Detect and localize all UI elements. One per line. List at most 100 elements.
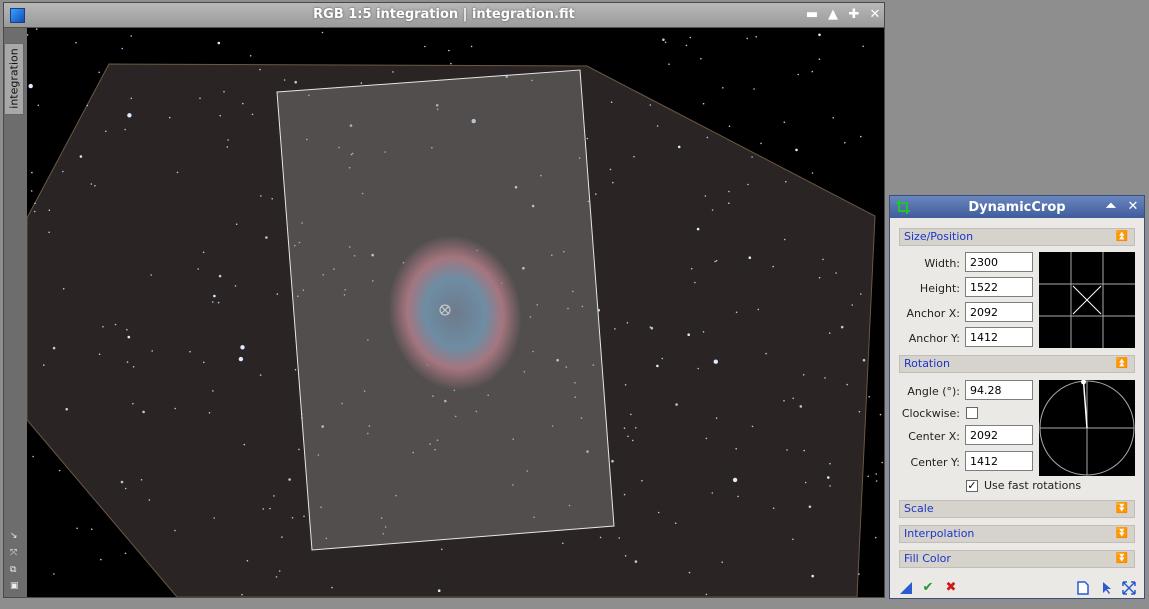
- section-scale[interactable]: Scale ⏬: [899, 500, 1135, 518]
- cancel-x-icon[interactable]: ✖: [944, 581, 958, 595]
- view-info-icon[interactable]: ▣: [10, 581, 20, 591]
- rotation-dial[interactable]: [1039, 380, 1135, 476]
- star: [612, 181, 614, 184]
- star: [203, 361, 205, 364]
- star: [783, 121, 786, 123]
- star: [818, 58, 821, 60]
- star: [690, 267, 693, 270]
- star: [217, 41, 221, 45]
- star: [35, 28, 38, 30]
- anchor-selector[interactable]: [1039, 252, 1135, 348]
- shade-button[interactable]: ▲: [825, 7, 841, 23]
- zoom-fit-icon[interactable]: ⤧: [10, 548, 20, 558]
- star: [818, 33, 821, 37]
- reset-page-icon[interactable]: [1076, 581, 1090, 595]
- star: [664, 41, 667, 44]
- star: [65, 407, 68, 411]
- star: [792, 538, 794, 541]
- star: [688, 571, 691, 574]
- view-id-tab[interactable]: integration: [5, 43, 24, 115]
- dynamic-crop-panel[interactable]: DynamicCrop ⏶ ✕ Size/Position ⏫ Width: H…: [889, 195, 1145, 599]
- star: [105, 130, 107, 133]
- height-label: Height:: [919, 282, 960, 295]
- zoom-arrows-icon[interactable]: [1122, 581, 1136, 595]
- maximize-button[interactable]: ✚: [846, 7, 862, 23]
- star: [618, 537, 620, 539]
- height-field[interactable]: [965, 277, 1033, 297]
- new-instance-icon[interactable]: [899, 581, 913, 595]
- close-button[interactable]: ✕: [867, 7, 883, 23]
- center-x-field[interactable]: [965, 425, 1033, 445]
- star: [62, 287, 65, 290]
- star: [835, 272, 837, 274]
- image-window-titlebar[interactable]: RGB 1:5 integration | integration.fit ▬ …: [4, 3, 884, 28]
- section-rotation[interactable]: Rotation ⏫: [899, 355, 1135, 373]
- star: [631, 439, 634, 442]
- star: [611, 459, 614, 463]
- section-fill-color[interactable]: Fill Color ⏬: [899, 550, 1135, 568]
- star: [321, 31, 324, 34]
- star: [127, 113, 132, 118]
- star: [213, 294, 216, 298]
- star: [702, 102, 705, 105]
- star: [858, 410, 861, 413]
- anchor-x-field[interactable]: [965, 302, 1033, 322]
- expand-down-icon: ⏬: [1115, 528, 1128, 539]
- star: [811, 574, 814, 578]
- star: [765, 352, 767, 355]
- star: [783, 400, 785, 402]
- clockwise-checkbox[interactable]: [966, 407, 978, 419]
- star: [76, 527, 78, 530]
- star: [772, 507, 775, 510]
- star: [722, 87, 724, 89]
- star: [714, 260, 716, 263]
- image-canvas[interactable]: [27, 28, 884, 597]
- star: [696, 227, 700, 231]
- star: [102, 325, 104, 328]
- star: [392, 71, 394, 73]
- execute-check-icon[interactable]: ✔: [921, 581, 935, 595]
- star: [121, 47, 123, 50]
- section-interpolation[interactable]: Interpolation ⏬: [899, 525, 1135, 543]
- star: [868, 396, 870, 398]
- angle-field[interactable]: [965, 380, 1033, 400]
- star: [127, 335, 131, 339]
- view-id-label: integration: [7, 48, 21, 109]
- fit-view-icon[interactable]: ↘: [10, 531, 20, 541]
- section-interpolation-label: Interpolation: [904, 527, 975, 540]
- edit-pointer-icon[interactable]: [1100, 581, 1114, 595]
- star: [140, 479, 143, 481]
- fast-rotations-checkbox[interactable]: ✓: [966, 480, 978, 492]
- anchor-y-field[interactable]: [965, 327, 1033, 347]
- star: [675, 403, 678, 406]
- width-field[interactable]: [965, 252, 1033, 272]
- star: [294, 368, 297, 371]
- star: [126, 361, 129, 363]
- star: [48, 231, 50, 234]
- star: [728, 125, 731, 128]
- shade-panel-button[interactable]: ⏶: [1103, 199, 1119, 215]
- star: [844, 141, 846, 144]
- image-window[interactable]: RGB 1:5 integration | integration.fit ▬ …: [3, 2, 885, 598]
- star: [609, 168, 612, 171]
- section-size-position[interactable]: Size/Position ⏫: [899, 228, 1135, 246]
- star: [213, 517, 215, 519]
- close-panel-button[interactable]: ✕: [1125, 199, 1141, 215]
- star: [706, 136, 709, 139]
- dynamic-crop-titlebar[interactable]: DynamicCrop ⏶ ✕: [890, 196, 1144, 218]
- star: [694, 281, 696, 284]
- star: [803, 449, 805, 452]
- star: [875, 480, 878, 482]
- star: [711, 492, 714, 494]
- width-label: Width:: [924, 257, 960, 270]
- star: [124, 487, 127, 490]
- minimize-button[interactable]: ▬: [804, 7, 820, 23]
- window-title: RGB 1:5 integration | integration.fit: [313, 7, 575, 22]
- clone-view-icon[interactable]: ⧉: [10, 565, 20, 575]
- star: [202, 251, 205, 254]
- star: [303, 515, 305, 518]
- star: [260, 195, 262, 197]
- star: [799, 405, 803, 408]
- star: [62, 170, 64, 173]
- center-y-field[interactable]: [965, 451, 1033, 471]
